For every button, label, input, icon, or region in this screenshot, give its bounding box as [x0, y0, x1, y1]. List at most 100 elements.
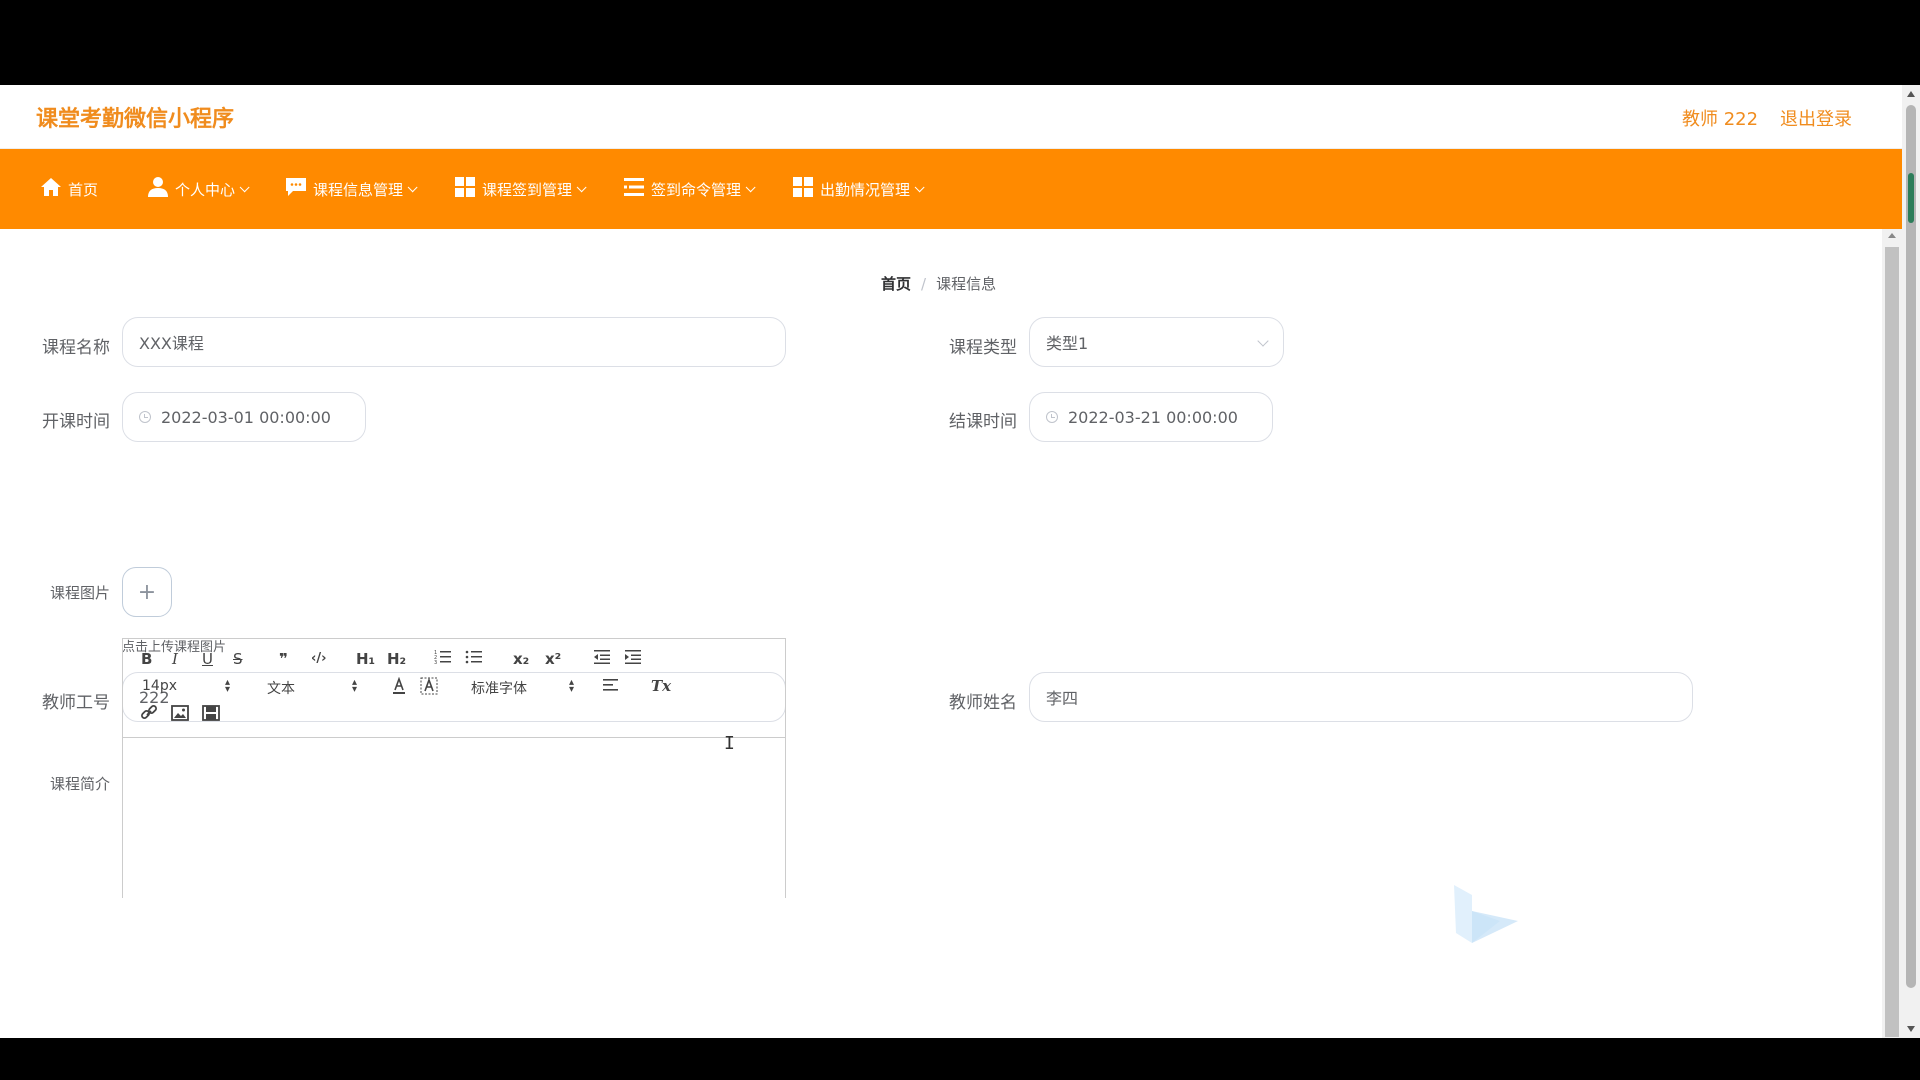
- grid-icon: [792, 176, 814, 202]
- main-content: 首页 / 课程信息 课程名称 XXX课程 课程类型 类型1 开课时间 2022-03…: [0, 229, 1882, 1038]
- nav-item-course-checkin[interactable]: 课程签到管理: [454, 149, 587, 229]
- teacher-name-input[interactable]: 李四: [1029, 672, 1693, 722]
- outdent-icon[interactable]: [593, 649, 611, 669]
- video-icon[interactable]: [202, 705, 220, 725]
- browser-scrollbar[interactable]: [1902, 85, 1920, 1038]
- scroll-up-icon[interactable]: [1888, 233, 1896, 238]
- course-name-input[interactable]: XXX课程: [122, 317, 786, 367]
- course-type-value: 类型1: [1046, 334, 1089, 353]
- nav-label: 课程签到管理: [482, 180, 573, 199]
- nav-label: 个人中心: [175, 180, 236, 199]
- end-time-value: 2022-03-21 00:00:00: [1068, 407, 1238, 427]
- top-header: 课堂考勤微信小程序 教师 222 退出登录: [0, 85, 1902, 149]
- underline-button[interactable]: U: [202, 650, 213, 668]
- nav-item-home[interactable]: 首页: [40, 149, 98, 229]
- subscript-button[interactable]: x₂: [513, 650, 529, 668]
- breadcrumb-separator: /: [921, 275, 927, 293]
- breadcrumb-home[interactable]: 首页: [881, 275, 911, 293]
- font-size-picker[interactable]: 14px ▴ ▾: [142, 677, 232, 695]
- font-size-value: 14px: [142, 678, 177, 694]
- background-color-icon[interactable]: [420, 677, 438, 699]
- clock-icon: [139, 411, 151, 423]
- chevron-down-icon: [576, 181, 587, 192]
- italic-button[interactable]: I: [172, 650, 178, 668]
- course-name-value: XXX课程: [139, 334, 204, 353]
- watermark-logo: [1452, 881, 1522, 951]
- start-time-picker[interactable]: 2022-03-01 00:00:00: [122, 392, 366, 442]
- user-icon: [147, 176, 169, 202]
- content-scrollbar[interactable]: [1882, 229, 1902, 1038]
- scroll-position-marker: [1908, 173, 1914, 223]
- font-family-picker[interactable]: 标准字体 ▴ ▾: [471, 678, 577, 698]
- chevron-down-icon: [1257, 335, 1269, 347]
- updown-icon: ▴ ▾: [225, 677, 231, 695]
- course-intro-label: 课程简介: [49, 775, 110, 793]
- breadcrumb-current: 课程信息: [936, 275, 997, 293]
- nav-label: 课程信息管理: [313, 180, 404, 199]
- course-image-label: 课程图片: [49, 584, 110, 602]
- text-cursor-icon: I: [724, 733, 735, 754]
- scroll-up-icon[interactable]: [1907, 91, 1915, 97]
- nav-label: 出勤情况管理: [820, 180, 911, 199]
- start-time-label: 开课时间: [42, 412, 110, 432]
- scroll-thumb[interactable]: [1885, 247, 1899, 1037]
- plus-icon: +: [137, 579, 157, 605]
- teacher-id-label: 教师工号: [42, 693, 110, 713]
- text-format-picker[interactable]: 文本 ▴ ▾: [267, 678, 361, 698]
- nav-item-attendance[interactable]: 出勤情况管理: [792, 149, 925, 229]
- superscript-button[interactable]: x²: [545, 650, 561, 668]
- course-type-select[interactable]: 类型1: [1029, 317, 1284, 367]
- bold-button[interactable]: B: [141, 650, 152, 668]
- teacher-name-label: 教师姓名: [949, 693, 1017, 713]
- chevron-down-icon: [239, 181, 250, 192]
- blockquote-button[interactable]: ❞: [279, 650, 288, 668]
- align-left-icon[interactable]: [603, 678, 619, 696]
- chevron-down-icon: [914, 181, 925, 192]
- chat-icon: [285, 177, 307, 201]
- chevron-down-icon: [745, 181, 756, 192]
- scroll-down-icon[interactable]: [1907, 1026, 1915, 1032]
- chevron-down-icon: [407, 181, 418, 192]
- clock-icon: [1046, 411, 1058, 423]
- ordered-list-icon[interactable]: 123: [434, 649, 452, 669]
- rich-text-editor: B I U S ❞ ‹/› H₁ H₂ 123 x₂ x² 14px ▴ ▾ 文…: [122, 638, 786, 898]
- image-icon[interactable]: [171, 705, 189, 725]
- bullet-list-icon[interactable]: [465, 649, 483, 669]
- image-upload-button[interactable]: +: [122, 567, 172, 617]
- font-color-icon[interactable]: [391, 676, 407, 699]
- logout-link[interactable]: 退出登录: [1780, 105, 1852, 131]
- app-title: 课堂考勤微信小程序: [36, 107, 235, 132]
- text-format-value: 文本: [267, 681, 295, 697]
- start-time-value: 2022-03-01 00:00:00: [161, 407, 331, 427]
- editor-toolbar: B I U S ❞ ‹/› H₁ H₂ 123 x₂ x² 14px ▴ ▾ 文…: [123, 639, 785, 738]
- course-type-label: 课程类型: [949, 338, 1017, 358]
- home-icon: [40, 177, 62, 201]
- updown-icon: ▴ ▾: [569, 677, 575, 695]
- header-2-button[interactable]: H₂: [387, 650, 406, 668]
- svg-text:3: 3: [434, 660, 437, 665]
- breadcrumb: 首页 / 课程信息: [881, 273, 996, 294]
- main-nav: 首页 个人中心 课程信息管理 课程签到管理 签到命令管理 出勤情况管理: [0, 149, 1902, 229]
- end-time-picker[interactable]: 2022-03-21 00:00:00: [1029, 392, 1273, 442]
- updown-icon: ▴ ▾: [352, 677, 358, 695]
- teacher-name-value: 李四: [1046, 689, 1079, 708]
- list-icon: [623, 177, 645, 201]
- grid-icon: [454, 176, 476, 202]
- header-1-button[interactable]: H₁: [356, 650, 375, 668]
- course-name-label: 课程名称: [42, 338, 110, 358]
- clear-format-button[interactable]: Tx: [651, 677, 671, 695]
- nav-item-checkin-command[interactable]: 签到命令管理: [623, 149, 756, 229]
- current-user[interactable]: 教师 222: [1682, 105, 1758, 131]
- indent-icon[interactable]: [624, 649, 642, 669]
- nav-item-personal-center[interactable]: 个人中心: [147, 149, 250, 229]
- nav-label: 签到命令管理: [651, 180, 742, 199]
- nav-label: 首页: [68, 180, 99, 199]
- browser-viewport: 课堂考勤微信小程序 教师 222 退出登录 首页 个人中心 课程信息管理 课程签…: [0, 85, 1902, 1038]
- code-block-button[interactable]: ‹/›: [311, 650, 326, 668]
- font-family-value: 标准字体: [471, 681, 527, 697]
- strike-button[interactable]: S: [233, 650, 243, 668]
- nav-item-course-info[interactable]: 课程信息管理: [285, 149, 418, 229]
- link-icon[interactable]: [140, 704, 158, 726]
- scroll-thumb[interactable]: [1906, 105, 1916, 988]
- end-time-label: 结课时间: [949, 412, 1017, 432]
